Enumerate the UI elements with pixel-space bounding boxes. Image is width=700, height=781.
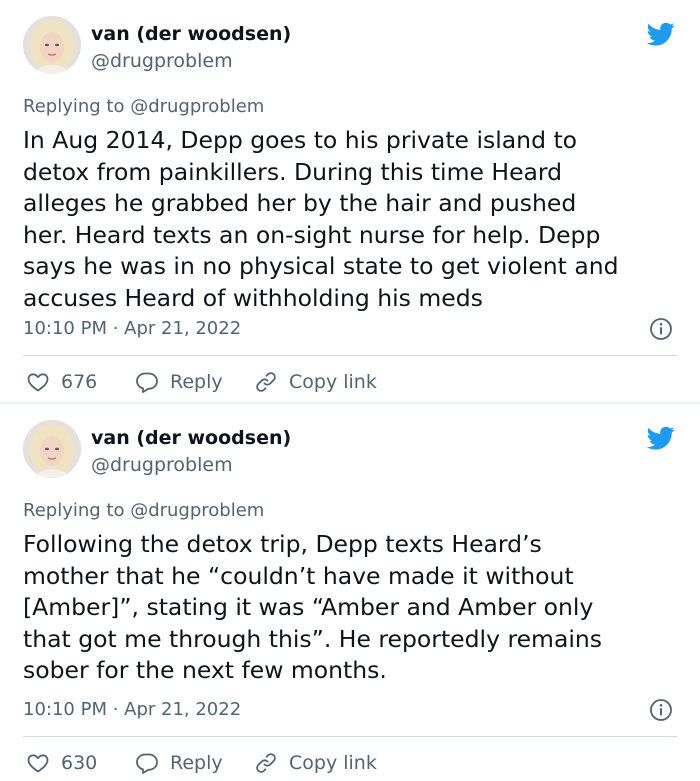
divider — [23, 736, 677, 737]
tweet-card[interactable]: van (der woodsen) @drugproblem Replying … — [0, 404, 700, 781]
timestamp[interactable]: 10:10 PM · Apr 21, 2022 — [23, 699, 241, 720]
link-icon — [256, 372, 276, 392]
tweet-text-line: says he was in no physical state to get … — [23, 252, 619, 280]
author-name[interactable]: van (der woodsen) — [91, 23, 291, 45]
tweet-text-line: Following the detox trip, Depp texts Hea… — [23, 530, 542, 558]
copy-link-label: Copy link — [289, 371, 377, 393]
like-button[interactable]: 630 — [25, 751, 97, 775]
twitter-bird-icon[interactable] — [645, 424, 677, 452]
copy-link-button[interactable]: Copy link — [253, 370, 377, 394]
replying-to[interactable]: Replying to @drugproblem — [23, 96, 264, 117]
like-button[interactable]: 676 — [25, 370, 97, 394]
tweet-card[interactable]: van (der woodsen) @drugproblem Replying … — [0, 0, 700, 402]
info-icon[interactable] — [649, 698, 673, 722]
heart-icon — [27, 373, 49, 392]
link-icon — [256, 753, 276, 773]
tweet-text: In Aug 2014, Depp goes to his private is… — [23, 125, 683, 314]
tweet-text: Following the detox trip, Depp texts Hea… — [23, 529, 683, 687]
reply-label: Reply — [170, 371, 223, 393]
reply-icon — [136, 753, 158, 774]
tweet-text-line: [Amber]”, stating it was “Amber and Ambe… — [23, 593, 594, 621]
twitter-bird-icon[interactable] — [645, 20, 677, 48]
avatar[interactable] — [23, 16, 81, 74]
info-icon[interactable] — [649, 317, 673, 341]
tweet-text-line: In Aug 2014, Depp goes to his private is… — [23, 126, 578, 154]
avatar[interactable] — [23, 420, 81, 478]
reply-icon — [136, 372, 158, 393]
tweet-text-line: sober for the next few months. — [23, 656, 387, 684]
like-count: 676 — [61, 371, 98, 393]
heart-icon — [27, 754, 49, 773]
tweet-text-line: that got me through this”. He reportedly… — [23, 624, 603, 653]
reply-label: Reply — [170, 752, 223, 774]
divider — [23, 355, 677, 356]
tweet-text-line: accuses Heard of withholding his meds — [23, 283, 483, 312]
reply-button[interactable]: Reply — [134, 751, 223, 775]
tweet-text-line: detox from painkillers. During this time… — [23, 157, 563, 186]
tweet-text-line: alleges he grabbed her by the hair and p… — [23, 189, 577, 217]
replying-to[interactable]: Replying to @drugproblem — [23, 500, 264, 521]
like-count: 630 — [61, 752, 98, 774]
author-handle[interactable]: @drugproblem — [91, 50, 233, 72]
reply-button[interactable]: Reply — [134, 370, 223, 394]
tweet-text-line: her. Heard texts an on-sight nurse for h… — [23, 220, 601, 249]
tweet-text-line: mother that he “couldn’t have made it wi… — [23, 561, 574, 590]
author-handle[interactable]: @drugproblem — [91, 454, 233, 476]
copy-link-label: Copy link — [289, 752, 377, 774]
copy-link-button[interactable]: Copy link — [253, 751, 377, 775]
author-name[interactable]: van (der woodsen) — [91, 427, 291, 449]
timestamp[interactable]: 10:10 PM · Apr 21, 2022 — [23, 318, 241, 339]
